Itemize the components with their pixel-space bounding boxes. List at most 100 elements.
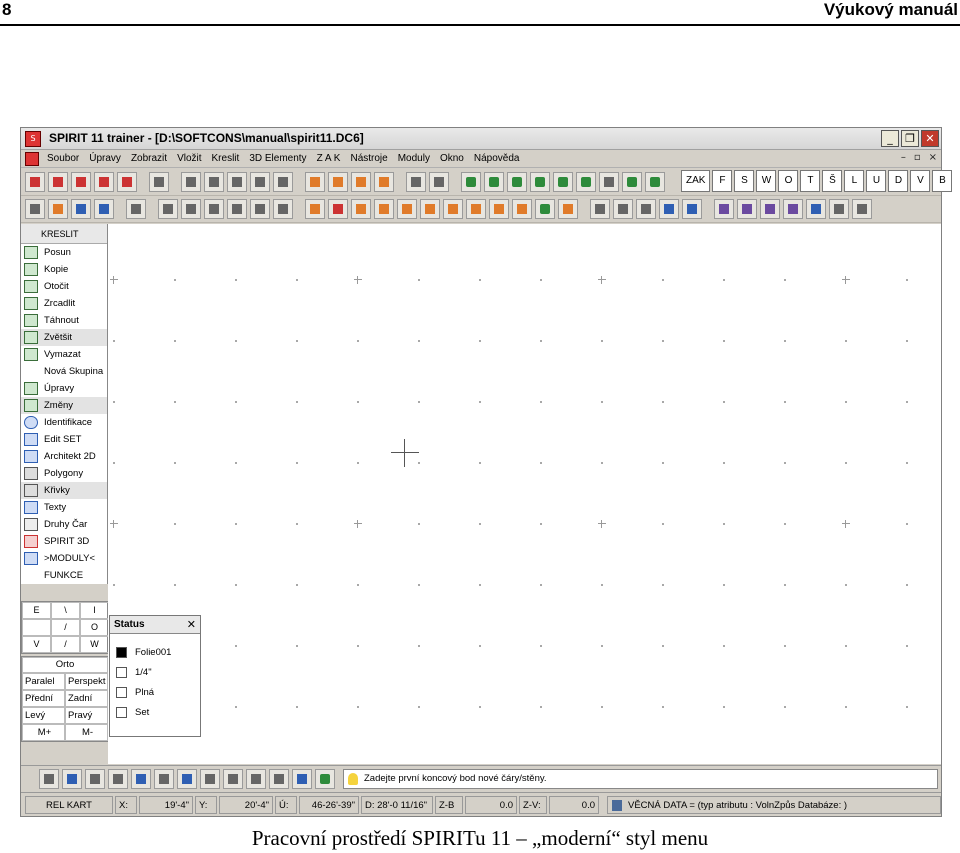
- dimension-line-icon[interactable]: [829, 199, 849, 219]
- copy-tool-icon[interactable]: [484, 172, 504, 192]
- ortho-l[interactable]: L: [844, 170, 865, 192]
- dimension-icon[interactable]: [443, 199, 463, 219]
- mdi-restore-button[interactable]: ▫: [914, 152, 921, 163]
- polygon-tool-icon[interactable]: [783, 199, 803, 219]
- dir-o[interactable]: O: [80, 619, 109, 636]
- sidebar-item-texty[interactable]: Texty: [21, 499, 107, 516]
- menu-3d-elementy[interactable]: 3D Elementy: [244, 152, 311, 166]
- snap-ortho-icon[interactable]: [131, 769, 151, 789]
- close-button[interactable]: ✕: [921, 130, 939, 147]
- roof-icon[interactable]: [489, 199, 509, 219]
- wall-split-icon[interactable]: [351, 172, 371, 192]
- dir-e[interactable]: E: [22, 602, 51, 619]
- sidebar-item-tahnout[interactable]: Táhnout: [21, 312, 107, 329]
- m-plus-button[interactable]: M+: [22, 724, 65, 741]
- scale-tool-icon[interactable]: [576, 172, 596, 192]
- dir-ne[interactable]: \: [51, 602, 80, 619]
- render-icon[interactable]: [590, 199, 610, 219]
- window-icon[interactable]: [397, 199, 417, 219]
- edit-tool-icon[interactable]: [645, 172, 665, 192]
- camera-icon[interactable]: [636, 199, 656, 219]
- new-file-icon[interactable]: [25, 199, 45, 219]
- view3d-icon[interactable]: [613, 199, 633, 219]
- snap-zoom-icon[interactable]: [62, 769, 82, 789]
- menu-soubor[interactable]: Soubor: [42, 152, 84, 166]
- slab-icon[interactable]: [466, 199, 486, 219]
- pravy-button[interactable]: Pravý: [65, 707, 108, 724]
- dir-left[interactable]: [22, 619, 51, 636]
- paste-icon[interactable]: [227, 199, 247, 219]
- dir-i[interactable]: I: [80, 602, 109, 619]
- snap-rotate-icon[interactable]: [292, 769, 312, 789]
- snap-hatch-icon[interactable]: [200, 769, 220, 789]
- predni-button[interactable]: Přední: [22, 690, 65, 707]
- menu-nastroje[interactable]: Nástroje: [345, 152, 392, 166]
- export-icon[interactable]: [682, 199, 702, 219]
- sidebar-item-zvetsit[interactable]: Zvětšit: [21, 329, 107, 346]
- ortho-s-caron[interactable]: Š: [822, 170, 843, 192]
- ortho-w[interactable]: W: [756, 170, 777, 192]
- mirror-tool-icon[interactable]: [530, 172, 550, 192]
- wall-end-icon[interactable]: [374, 172, 394, 192]
- box-icon[interactable]: [351, 199, 371, 219]
- stairs-icon[interactable]: [512, 199, 532, 219]
- sidebar-item-kopie[interactable]: Kopie: [21, 261, 107, 278]
- wall-icon[interactable]: [305, 172, 325, 192]
- sidebar-item-identifikace[interactable]: Identifikace: [21, 414, 107, 431]
- sidebar-item-polygony[interactable]: Polygony: [21, 465, 107, 482]
- mdi-minimize-button[interactable]: –: [901, 152, 906, 163]
- menu-zobrazit[interactable]: Zobrazit: [126, 152, 172, 166]
- door-icon[interactable]: [374, 199, 394, 219]
- sidebar-item-krivky[interactable]: Křivky: [21, 482, 107, 499]
- menu-okno[interactable]: Okno: [435, 152, 469, 166]
- y-value[interactable]: 20'-4": [219, 795, 273, 814]
- ortho-b[interactable]: B: [932, 170, 953, 192]
- menu-vlozit[interactable]: Vložit: [172, 152, 206, 166]
- grid-icon[interactable]: [273, 172, 293, 192]
- sidebar-item-druhy-car[interactable]: Druhy Čar: [21, 516, 107, 533]
- menu-zak[interactable]: Z A K: [312, 152, 346, 166]
- sidebar-item-zmeny[interactable]: Změny: [21, 397, 107, 414]
- snap-picture-icon[interactable]: [315, 769, 335, 789]
- object-icon[interactable]: [558, 199, 578, 219]
- zoom-in-icon[interactable]: [25, 172, 45, 192]
- document-icon[interactable]: [25, 152, 39, 166]
- ortho-u[interactable]: U: [866, 170, 887, 192]
- sidebar-item-vymazat[interactable]: Vymazat: [21, 346, 107, 363]
- paralel-button[interactable]: Paralel: [22, 673, 65, 690]
- coord-mode[interactable]: REL KART: [25, 795, 113, 814]
- image-icon[interactable]: [250, 172, 270, 192]
- sidebar-item-nova-skupina[interactable]: Nová Skupina: [21, 363, 107, 380]
- sidebar-item-architekt-2d[interactable]: Architekt 2D: [21, 448, 107, 465]
- dir-center[interactable]: /: [51, 619, 80, 636]
- zoom-all-icon[interactable]: [94, 172, 114, 192]
- freehand-icon[interactable]: [760, 199, 780, 219]
- move-tool-icon[interactable]: [461, 172, 481, 192]
- snap-cross-icon[interactable]: [246, 769, 266, 789]
- save-as-icon[interactable]: [94, 199, 114, 219]
- d-field[interactable]: D: 28'-0 11/16": [361, 795, 433, 814]
- properties-icon[interactable]: [273, 199, 293, 219]
- status-set[interactable]: Set: [110, 702, 200, 722]
- wall-join-icon[interactable]: [328, 172, 348, 192]
- perspekt-button[interactable]: Perspekt: [65, 673, 108, 690]
- ortho-zak[interactable]: ZAK: [681, 170, 711, 192]
- change-tool-icon[interactable]: [622, 172, 642, 192]
- open-file-icon[interactable]: [48, 199, 68, 219]
- ortho-d[interactable]: D: [888, 170, 909, 192]
- save-icon[interactable]: [71, 199, 91, 219]
- dir-w[interactable]: W: [80, 636, 109, 653]
- select-icon[interactable]: [659, 199, 679, 219]
- zoom-window-icon[interactable]: [71, 172, 91, 192]
- dir-sw[interactable]: /: [51, 636, 80, 653]
- copy-icon[interactable]: [204, 199, 224, 219]
- ortho-o[interactable]: O: [778, 170, 799, 192]
- snap-curve-icon[interactable]: [223, 769, 243, 789]
- zoom-out-icon[interactable]: [48, 172, 68, 192]
- zoom-previous-icon[interactable]: [117, 172, 137, 192]
- symbol-icon[interactable]: [328, 199, 348, 219]
- stretch-tool-icon[interactable]: [553, 172, 573, 192]
- paste-special-icon[interactable]: [250, 199, 270, 219]
- sidebar-item-upravy[interactable]: Úpravy: [21, 380, 107, 397]
- snap-text-icon[interactable]: [177, 769, 197, 789]
